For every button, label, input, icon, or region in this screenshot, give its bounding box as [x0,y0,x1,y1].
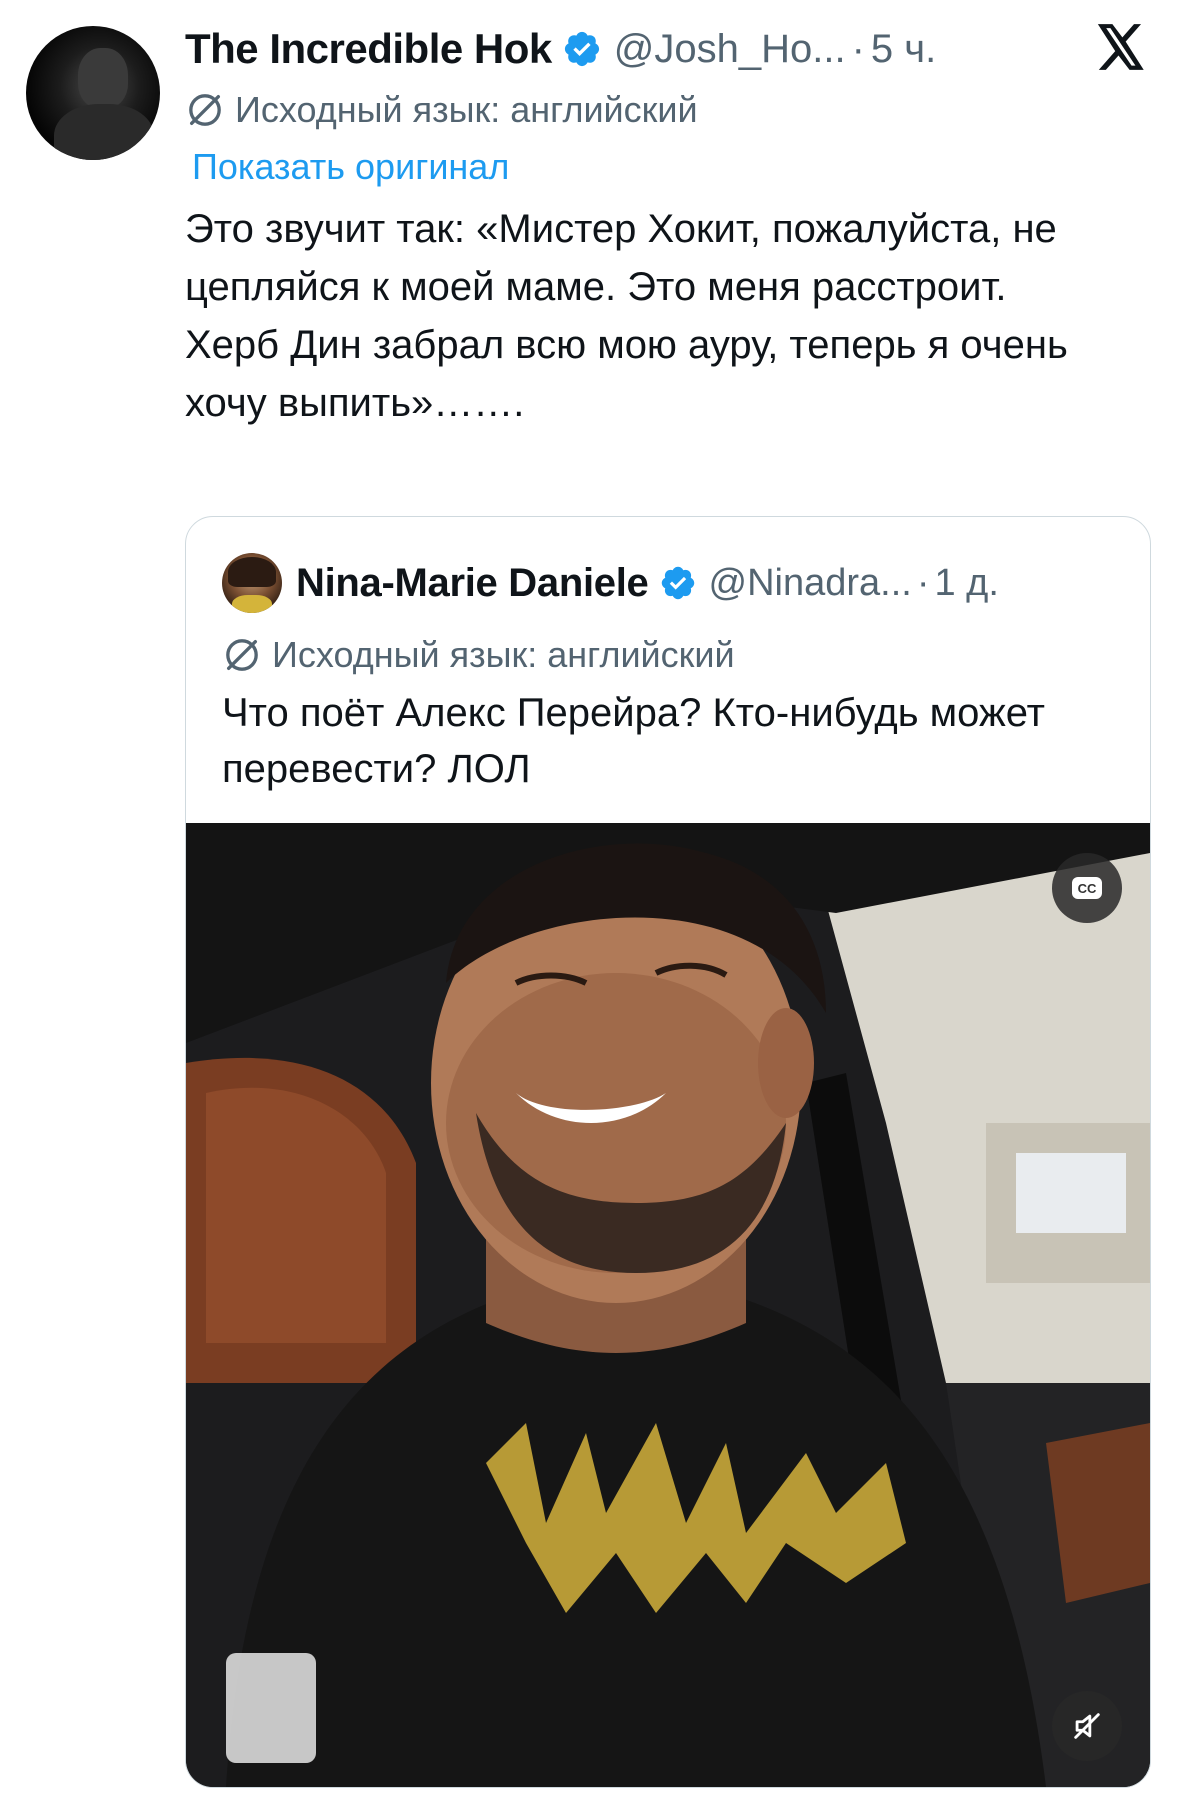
tweet-text: Это звучит так: «Мистер Хокит, пожалуйст… [185,200,1145,432]
mute-button[interactable] [1052,1691,1122,1761]
avatar-body-shape [54,104,154,160]
separator-dot: · [851,26,865,71]
mute-icon [1074,1713,1100,1739]
quote-avatar-shirt-shape [232,595,272,613]
author-avatar[interactable] [26,26,160,160]
tweet-text-line: Херб Дин забрал всю мою ауру, теперь я о… [185,323,1068,425]
verified-badge-icon [661,566,694,600]
captions-button[interactable]: CC [1052,853,1122,923]
quoted-tweet-card[interactable]: Nina-Marie Daniele @Ninadra... · 1 д. Ис… [185,516,1151,1788]
video-player[interactable]: CC [186,823,1150,1787]
tweet-header: The Incredible Hok @Josh_Ho... · 5 ч. [185,20,936,78]
quote-language-note: Исходный язык: английский [272,634,735,675]
cc-icon: CC [1072,877,1102,899]
quote-author-avatar[interactable] [222,553,282,613]
author-handle[interactable]: @Josh_Ho... [614,27,846,72]
translation-note: Исходный язык: английский [185,82,698,138]
quote-time[interactable]: 1 д. [934,562,998,605]
tweet-text-line: Это звучит так: «Мистер Хокит, пожалуйст… [185,207,1057,309]
quote-author-name[interactable]: Nina-Marie Daniele [296,561,649,606]
verified-badge-icon [564,31,599,67]
avatar-head-shape [78,48,128,108]
translate-icon [226,639,258,671]
quote-author-handle[interactable]: @Ninadra... [709,562,912,605]
video-frame [186,823,1150,1787]
quote-avatar-hair-shape [228,557,276,587]
quote-text: Что поёт Алекс Перейра? Кто-нибудь может… [222,691,1045,791]
tweet-time[interactable]: 5 ч. [871,27,936,72]
author-name[interactable]: The Incredible Hok [185,25,552,73]
language-note: Исходный язык: английский [235,89,698,130]
quote-header: Nina-Marie Daniele @Ninadra... · 1 д. [296,553,999,613]
quote-translation-note: Исходный язык: английский [222,627,735,683]
x-logo-icon[interactable] [1096,24,1146,70]
separator-dot: · [916,561,930,604]
translate-icon [189,94,221,126]
show-original-link[interactable]: Показать оригинал [192,140,509,194]
